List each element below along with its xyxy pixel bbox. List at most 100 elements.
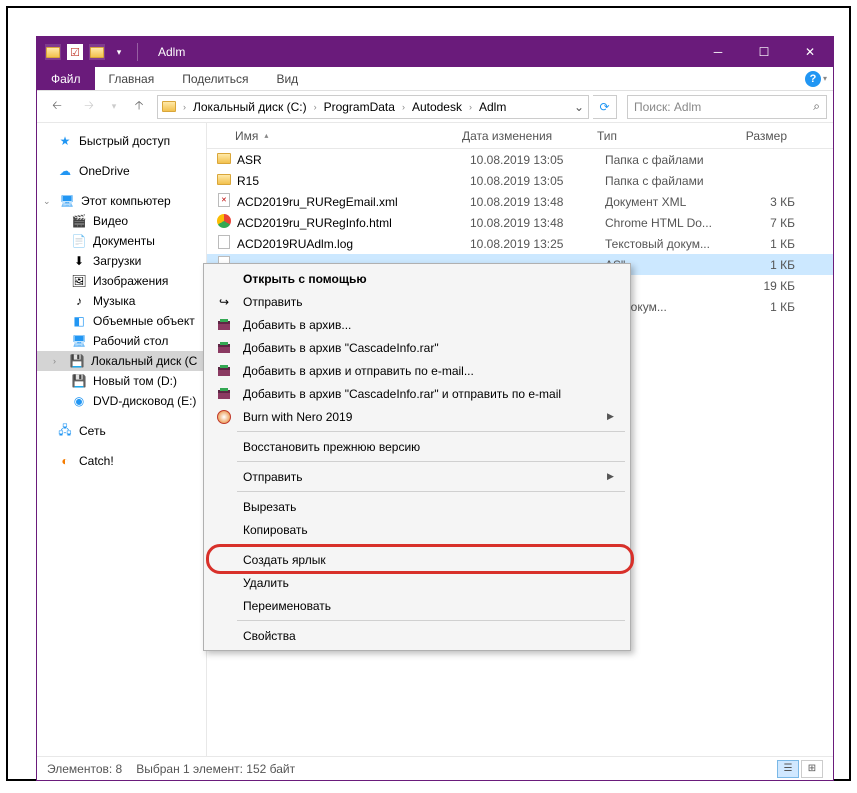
tab-share[interactable]: Поделиться [168, 67, 262, 90]
share-icon: ↪ [213, 295, 235, 309]
qat-newfolder-icon[interactable] [89, 44, 105, 60]
nero-icon [213, 410, 235, 424]
col-size[interactable]: Размер [727, 129, 797, 143]
path-dropdown[interactable]: ⌄ [570, 100, 588, 114]
file-size: 3 КБ [735, 195, 805, 209]
sidebar-video[interactable]: 🎬Видео [37, 211, 206, 231]
ctx-rename[interactable]: Переименовать [207, 594, 627, 617]
qat-dropdown-icon[interactable]: ▾ [111, 44, 127, 60]
file-date: 10.08.2019 13:05 [470, 174, 605, 188]
ctx-share[interactable]: ↪Отправить [207, 290, 627, 313]
chevron-right-icon[interactable]: › [399, 102, 408, 112]
sidebar-music[interactable]: ♪Музыка [37, 291, 206, 311]
path-seg-2[interactable]: Autodesk [408, 96, 466, 118]
refresh-button[interactable]: ⟳ [593, 95, 617, 119]
file-row[interactable]: ACD2019ru_RURegEmail.xml10.08.2019 13:48… [207, 191, 833, 212]
ctx-add-archive[interactable]: Добавить в архив... [207, 313, 627, 336]
sort-asc-icon: ▴ [264, 131, 268, 140]
separator [237, 491, 625, 492]
sidebar-thispc[interactable]: ⌄🖥Этот компьютер [37, 191, 206, 211]
file-type: Chrome HTML Do... [605, 216, 735, 230]
file-type: Документ XML [605, 195, 735, 209]
ctx-nero[interactable]: Burn with Nero 2019▶ [207, 405, 627, 428]
up-button[interactable]: 🡡 [125, 94, 153, 120]
separator [237, 620, 625, 621]
tab-file[interactable]: Файл [37, 67, 95, 90]
ctx-add-cascade[interactable]: Добавить в архив "CascadeInfo.rar" [207, 336, 627, 359]
chevron-right-icon[interactable]: › [466, 102, 475, 112]
file-date: 10.08.2019 13:05 [470, 153, 605, 167]
file-row[interactable]: ACD2019ru_RURegInfo.html10.08.2019 13:48… [207, 212, 833, 233]
ctx-open-with[interactable]: Открыть с помощью [207, 267, 627, 290]
ribbon-tabs: Файл Главная Поделиться Вид ?▾ [37, 67, 833, 91]
file-date: 10.08.2019 13:48 [470, 216, 605, 230]
path-seg-0[interactable]: Локальный диск (C:) [189, 96, 311, 118]
file-name: R15 [233, 174, 470, 188]
sidebar-catch[interactable]: ◐Catch! [37, 451, 206, 471]
ctx-add-email[interactable]: Добавить в архив и отправить по e-mail..… [207, 359, 627, 382]
breadcrumb[interactable]: › Локальный диск (C:) › ProgramData › Au… [157, 95, 589, 119]
ctx-copy[interactable]: Копировать [207, 518, 627, 541]
help-icon: ? [805, 71, 821, 87]
file-size: 1 КБ [735, 237, 805, 251]
file-row[interactable]: ACD2019RUAdlm.log10.08.2019 13:25Текстов… [207, 233, 833, 254]
sidebar-localdisk-c[interactable]: ›💾Локальный диск (C [37, 351, 206, 371]
sidebar-dvd[interactable]: ◉DVD-дисковод (E:) [37, 391, 206, 411]
ctx-add-cascade-email[interactable]: Добавить в архив "CascadeInfo.rar" и отп… [207, 382, 627, 405]
winrar-icon [213, 318, 235, 332]
ctx-properties[interactable]: Свойства [207, 624, 627, 647]
file-size: 19 КБ [735, 279, 805, 293]
recent-dropdown[interactable]: ▾ [107, 94, 121, 120]
chevron-right-icon[interactable]: › [311, 102, 320, 112]
file-row[interactable]: R1510.08.2019 13:05Папка с файлами [207, 170, 833, 191]
file-size: 1 КБ [735, 258, 805, 272]
tab-home[interactable]: Главная [95, 67, 169, 90]
path-seg-3[interactable]: Adlm [475, 96, 510, 118]
file-size: 1 КБ [735, 300, 805, 314]
view-details-button[interactable]: ☰ [777, 760, 799, 778]
file-name: ACD2019RUAdlm.log [233, 237, 470, 251]
file-type: Папка с файлами [605, 174, 735, 188]
ctx-cut[interactable]: Вырезать [207, 495, 627, 518]
sidebar-newvol-d[interactable]: 💾Новый том (D:) [37, 371, 206, 391]
ctx-restore[interactable]: Восстановить прежнюю версию [207, 435, 627, 458]
file-row[interactable]: ASR10.08.2019 13:05Папка с файлами [207, 149, 833, 170]
maximize-button[interactable]: ☐ [741, 37, 787, 67]
status-count: Элементов: 8 [47, 762, 122, 776]
qat-properties-icon[interactable]: ☑ [67, 44, 83, 60]
col-date[interactable]: Дата изменения [462, 129, 597, 143]
status-selection: Выбран 1 элемент: 152 байт [136, 762, 295, 776]
ribbon-help[interactable]: ?▾ [805, 67, 833, 90]
sidebar-pictures[interactable]: 🖼Изображения [37, 271, 206, 291]
sidebar-network[interactable]: 🖧Сеть [37, 421, 206, 441]
file-icon [215, 193, 233, 210]
search-input[interactable]: Поиск: Adlm ⌕ [627, 95, 827, 119]
view-icons-button[interactable]: ⊞ [801, 760, 823, 778]
file-name: ASR [233, 153, 470, 167]
ctx-sendto[interactable]: Отправить▶ [207, 465, 627, 488]
column-headers: Имя▴ Дата изменения Тип Размер [207, 123, 833, 149]
col-name[interactable]: Имя▴ [207, 129, 462, 143]
back-button[interactable]: 🡠 [43, 94, 71, 120]
tab-view[interactable]: Вид [262, 67, 312, 90]
separator [237, 431, 625, 432]
close-button[interactable]: ✕ [787, 37, 833, 67]
winrar-icon [213, 364, 235, 378]
sidebar-onedrive[interactable]: ☁OneDrive [37, 161, 206, 181]
forward-button[interactable]: 🡢 [75, 94, 103, 120]
ctx-shortcut[interactable]: Создать ярлык [207, 548, 627, 571]
chevron-right-icon[interactable]: › [180, 102, 189, 112]
path-seg-1[interactable]: ProgramData [320, 96, 399, 118]
file-type: Текстовый докум... [605, 237, 735, 251]
minimize-button[interactable]: ─ [695, 37, 741, 67]
sidebar-docs[interactable]: 📄Документы [37, 231, 206, 251]
file-icon [215, 153, 233, 167]
sidebar-quick-access[interactable]: ★Быстрый доступ [37, 131, 206, 151]
sidebar-3dobjects[interactable]: ◧Объемные объект [37, 311, 206, 331]
file-icon [215, 235, 233, 252]
statusbar: Элементов: 8 Выбран 1 элемент: 152 байт … [37, 756, 833, 780]
ctx-delete[interactable]: Удалить [207, 571, 627, 594]
sidebar-downloads[interactable]: ⬇Загрузки [37, 251, 206, 271]
col-type[interactable]: Тип [597, 129, 727, 143]
sidebar-desktop[interactable]: 🖥Рабочий стол [37, 331, 206, 351]
